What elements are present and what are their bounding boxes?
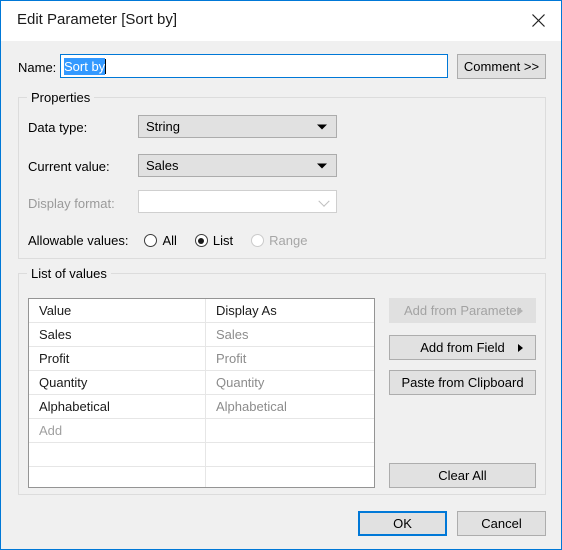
cell-value[interactable]: Alphabetical [29,395,206,418]
clear-all-label: Clear All [438,468,487,483]
cell-value[interactable] [29,467,206,487]
chevron-down-icon [317,163,327,168]
cancel-button-label: Cancel [481,516,522,531]
cell-display-as[interactable] [206,419,374,442]
values-table[interactable]: Value Display As Sales Sales Profit Prof… [28,298,375,488]
name-input-value: Sort by [64,57,106,75]
radio-all[interactable]: All [144,233,177,248]
table-row[interactable]: Profit Profit [29,347,374,371]
radio-list[interactable]: List [194,233,234,248]
cell-value[interactable]: Quantity [29,371,206,394]
cell-display-as[interactable]: Profit [206,347,374,370]
name-label: Name: [18,60,57,75]
add-from-parameter-button: Add from Parameter [389,298,536,323]
cell-display-as[interactable] [206,443,374,466]
radio-list-label: List [212,233,234,248]
allowable-values-label: Allowable values: [28,233,129,248]
table-row[interactable]: Sales Sales [29,323,374,347]
close-icon[interactable] [516,1,561,40]
comment-button[interactable]: Comment >> [457,54,546,79]
display-format-combobox [138,190,337,213]
data-type-label: Data type: [28,120,88,135]
cell-value[interactable]: Profit [29,347,206,370]
table-row[interactable]: Alphabetical Alphabetical [29,395,374,419]
submenu-arrow-icon [518,343,523,352]
page-title: Edit Parameter [Sort by] [17,11,178,28]
current-value-combobox[interactable]: Sales [138,154,337,177]
table-header-row: Value Display As [29,299,374,323]
table-row-add[interactable]: Add [29,419,374,443]
radio-range: Range [251,233,307,248]
display-format-label: Display format: [28,196,115,211]
cell-display-as[interactable]: Alphabetical [206,395,374,418]
column-header-display-as: Display As [216,303,277,318]
radio-range-label: Range [269,233,308,248]
current-value-value: Sales [146,158,179,173]
table-row-empty[interactable] [29,467,374,487]
submenu-arrow-icon [518,306,523,315]
name-input[interactable]: Sort by [60,54,448,78]
chevron-down-icon [317,124,327,129]
radio-all-label: All [162,233,177,248]
properties-group-label: Properties [27,90,95,105]
list-of-values-group-label: List of values [27,266,111,281]
clear-all-button[interactable]: Clear All [389,463,536,488]
allowable-values-row: Allowable values: All List Range [28,233,307,248]
chevron-down-icon [318,195,330,207]
cell-value[interactable]: Sales [29,323,206,346]
data-type-value: String [146,119,180,134]
text-caret [105,58,107,74]
cell-add-placeholder[interactable]: Add [29,419,206,442]
cell-value[interactable] [29,443,206,466]
title-bar: Edit Parameter [Sort by] [1,1,561,41]
radio-circle-icon [251,234,265,247]
add-from-field-button[interactable]: Add from Field [389,335,536,360]
cell-display-as[interactable]: Sales [206,323,374,346]
ok-button-label: OK [393,516,412,531]
cancel-button[interactable]: Cancel [457,511,546,536]
cell-display-as[interactable]: Quantity [206,371,374,394]
comment-button-label: Comment >> [463,59,540,74]
table-row[interactable]: Quantity Quantity [29,371,374,395]
radio-circle-selected-icon [194,234,208,247]
current-value-label: Current value: [28,159,110,174]
edit-parameter-dialog: Edit Parameter [Sort by] Name: Sort by C… [0,0,562,550]
column-header-value: Value [29,299,206,322]
cell-display-as[interactable] [206,467,374,487]
add-from-parameter-label: Add from Parameter [403,303,522,318]
paste-from-clipboard-button[interactable]: Paste from Clipboard [389,370,536,395]
data-type-combobox[interactable]: String [138,115,337,138]
radio-circle-icon [144,234,158,247]
table-row-empty[interactable] [29,443,374,467]
ok-button[interactable]: OK [358,511,447,536]
paste-from-clipboard-label: Paste from Clipboard [401,375,524,390]
add-from-field-label: Add from Field [420,340,505,355]
